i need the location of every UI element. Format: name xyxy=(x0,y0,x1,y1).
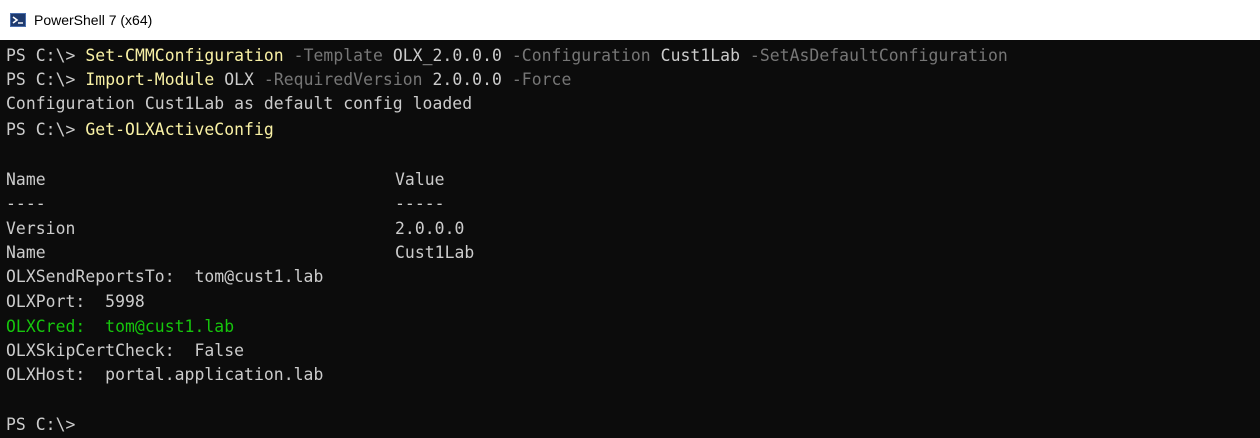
prompt: PS C:\> xyxy=(6,70,86,89)
table-separator: ---- ----- xyxy=(6,191,606,216)
command-line-3: PS C:\> Get-OLXActiveConfig xyxy=(6,117,274,142)
column-header-name: Name xyxy=(6,170,46,189)
prompt: PS C:\> xyxy=(6,46,86,65)
output-line: OLXSendReportsTo: tom@cust1.lab xyxy=(6,267,324,286)
separator-name: ---- xyxy=(6,194,46,213)
output-line: OLXPort: 5998 xyxy=(6,292,145,311)
output-line: Configuration Cust1Lab as default config… xyxy=(6,94,473,113)
title-bar: PowerShell 7 (x64) xyxy=(0,0,1260,40)
row-name: Version xyxy=(6,219,76,238)
column-header-value: Value xyxy=(395,170,445,189)
argument: 2.0.0.0 xyxy=(422,70,502,89)
terminal-output[interactable]: PS C:\> Set-CMMConfiguration -Template O… xyxy=(0,40,1260,438)
window-title: PowerShell 7 (x64) xyxy=(34,12,153,28)
command-name: Set-CMMConfiguration xyxy=(85,46,284,65)
parameter: -RequiredVersion xyxy=(253,70,423,89)
argument: OLX xyxy=(214,70,254,89)
command-line-1: PS C:\> Set-CMMConfiguration -Template O… xyxy=(6,43,1008,68)
final-prompt[interactable]: PS C:\> xyxy=(6,412,85,437)
parameter: -Template xyxy=(283,46,383,65)
output-line: OLXSkipCertCheck: False xyxy=(6,341,245,360)
separator-value: ----- xyxy=(395,194,445,213)
parameter: -Configuration xyxy=(501,46,651,65)
row-value: 2.0.0.0 xyxy=(395,219,465,238)
row-name: Name xyxy=(6,243,46,262)
parameter: -SetAsDefaultConfiguration xyxy=(740,46,1008,65)
row-value: Cust1Lab xyxy=(395,243,475,262)
command-name: Import-Module xyxy=(85,70,215,89)
argument: OLX_2.0.0.0 xyxy=(382,46,502,65)
table-header: Name Value xyxy=(6,167,606,192)
table-row: Name Cust1Lab xyxy=(6,240,606,265)
prompt: PS C:\> xyxy=(6,120,86,139)
parameter: -Force xyxy=(501,70,572,89)
command-line-2: PS C:\> Import-Module OLX -RequiredVersi… xyxy=(6,67,571,92)
powershell-icon xyxy=(10,13,26,27)
output-line: OLXHost: portal.application.lab xyxy=(6,365,324,384)
output-line-highlighted: OLXCred: tom@cust1.lab xyxy=(6,317,235,336)
table-row: Version 2.0.0.0 xyxy=(6,216,606,241)
argument: Cust1Lab xyxy=(650,46,740,65)
command-name: Get-OLXActiveConfig xyxy=(85,120,274,139)
